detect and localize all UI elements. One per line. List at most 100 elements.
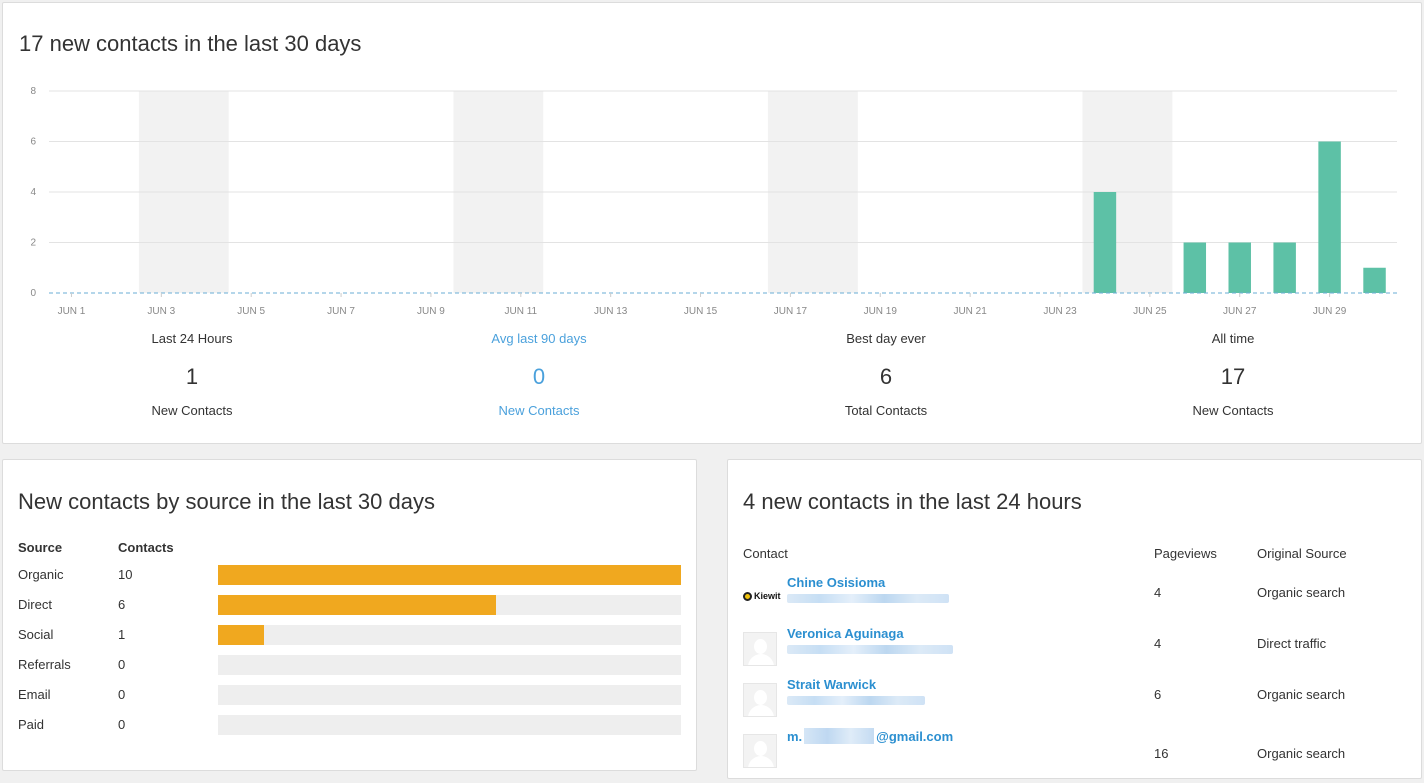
stat-value: 17 bbox=[1220, 364, 1246, 389]
x-tick-label: JUN 3 bbox=[147, 306, 175, 317]
source-name: Direct bbox=[18, 597, 52, 612]
source-count: 0 bbox=[118, 717, 126, 732]
y-tick-label: 8 bbox=[30, 86, 36, 97]
x-tick-label: JUN 21 bbox=[953, 306, 987, 317]
source-count: 1 bbox=[118, 627, 126, 642]
x-tick-label: JUN 13 bbox=[594, 306, 628, 317]
contact-original-source: Organic search bbox=[1257, 687, 1346, 702]
contact-original-source: Organic search bbox=[1257, 746, 1346, 761]
contact-pageviews: 4 bbox=[1154, 585, 1162, 600]
y-tick-label: 0 bbox=[30, 288, 36, 299]
contact-email-redacted bbox=[787, 645, 953, 654]
contact-pageviews: 6 bbox=[1154, 687, 1162, 702]
contact-name-link[interactable]: Veronica Aguinaga bbox=[787, 626, 904, 641]
stat-value: 1 bbox=[185, 364, 199, 389]
source-bar-track bbox=[218, 685, 681, 705]
contacts-by-source-panel: New contacts by source in the last 30 da… bbox=[2, 459, 697, 771]
contact-original-source: Organic search bbox=[1257, 585, 1346, 600]
stat-value[interactable]: 0 bbox=[389, 365, 689, 389]
contact-original-source: Direct traffic bbox=[1257, 636, 1327, 651]
x-tick-label: JUN 9 bbox=[417, 306, 445, 317]
stat-best-day: Best day ever 6 Total Contacts bbox=[736, 329, 1036, 421]
source-count: 0 bbox=[118, 687, 126, 702]
source-name: Referrals bbox=[18, 657, 71, 672]
default-avatar-icon bbox=[743, 632, 777, 666]
contacts-summary-panel: 17 new contacts in the last 30 days 0 2 4 6… bbox=[2, 2, 1422, 444]
new-contacts-chart: 0 2 4 6 8 JUN 1 JUN 3 JUN 5 JUN 7 JUN 9 JUN 11 JUN … bbox=[30, 86, 1397, 317]
y-tick-label: 2 bbox=[30, 238, 36, 249]
chart-bar bbox=[1093, 192, 1117, 293]
default-avatar-icon bbox=[743, 683, 777, 717]
source-row-referrals: Referrals 0 bbox=[3, 650, 698, 680]
recent-title: 4 new contacts in the last 24 hours bbox=[743, 489, 1082, 514]
source-count: 6 bbox=[118, 597, 126, 612]
contact-row: m. @gmail.com 16 Organic search bbox=[728, 728, 1423, 778]
chart-bar bbox=[1318, 141, 1341, 293]
kiewit-logo-icon: Kiewit bbox=[743, 589, 781, 603]
chart-bar bbox=[1273, 242, 1296, 293]
source-bar-fill bbox=[218, 625, 265, 645]
source-row-organic: Organic 10 bbox=[3, 560, 698, 590]
source-bar-track bbox=[218, 655, 681, 675]
source-name: Paid bbox=[18, 717, 45, 732]
source-row-paid: Paid 0 bbox=[3, 710, 698, 740]
source-bar-track bbox=[218, 595, 681, 615]
source-name: Social bbox=[18, 627, 54, 642]
original-source-column-header: Original Source bbox=[1257, 546, 1347, 561]
summary-title: 17 new contacts in the last 30 days bbox=[19, 31, 362, 56]
contact-row: Kiewit Chine Osisioma 4 Organic search bbox=[728, 575, 1423, 625]
x-tick-label: JUN 1 bbox=[58, 306, 86, 317]
stat-sub[interactable]: New Contacts bbox=[389, 401, 689, 421]
x-tick-label: JUN 7 bbox=[327, 306, 355, 317]
email-suffix: @gmail.com bbox=[876, 729, 954, 744]
stat-label: All time bbox=[1211, 331, 1255, 346]
x-tick-label: JUN 5 bbox=[237, 306, 265, 317]
contact-pageviews: 4 bbox=[1154, 636, 1162, 651]
x-tick-label: JUN 29 bbox=[1313, 306, 1347, 317]
x-tick-label: JUN 19 bbox=[864, 306, 898, 317]
contacts-column-header: Contacts bbox=[118, 540, 174, 555]
source-bar-fill bbox=[218, 595, 496, 615]
contact-email-link[interactable]: m. @gmail.com bbox=[787, 728, 953, 744]
stat-sub: New Contacts bbox=[151, 403, 233, 418]
x-tick-label: JUN 17 bbox=[774, 306, 808, 317]
y-tick-label: 6 bbox=[30, 137, 36, 148]
x-tick-label: JUN 23 bbox=[1043, 306, 1077, 317]
source-row-social: Social 1 bbox=[3, 620, 698, 650]
email-redacted bbox=[804, 728, 875, 744]
source-row-email: Email 0 bbox=[3, 680, 698, 710]
source-name: Email bbox=[18, 687, 51, 702]
source-bar-track bbox=[218, 625, 681, 645]
source-column-header: Source bbox=[18, 540, 63, 555]
contact-column-header: Contact bbox=[743, 546, 788, 561]
x-tick-label: JUN 11 bbox=[504, 306, 537, 317]
stat-last-24-hours: Last 24 Hours 1 New Contacts bbox=[42, 329, 342, 421]
contact-name-link[interactable]: Chine Osisioma bbox=[787, 575, 885, 590]
source-title: New contacts by source in the last 30 da… bbox=[18, 489, 435, 514]
source-row-direct: Direct 6 bbox=[3, 590, 698, 620]
stat-label-link[interactable]: Avg last 90 days bbox=[389, 329, 689, 349]
pageviews-column-header: Pageviews bbox=[1154, 546, 1217, 561]
stat-all-time: All time 17 New Contacts bbox=[1083, 329, 1383, 421]
stat-sub: Total Contacts bbox=[844, 403, 928, 418]
x-tick-label: JUN 15 bbox=[684, 306, 718, 317]
stat-avg-90-days[interactable]: Avg last 90 days 0 New Contacts bbox=[389, 329, 689, 421]
source-bar-fill bbox=[218, 565, 681, 585]
recent-contacts-panel: 4 new contacts in the last 24 hours Cont… bbox=[727, 459, 1422, 779]
contact-pageviews: 16 bbox=[1154, 746, 1169, 761]
source-bar-track bbox=[218, 565, 681, 585]
logo-dot bbox=[743, 591, 752, 601]
contact-email-redacted bbox=[787, 696, 925, 705]
stat-value: 6 bbox=[879, 364, 893, 389]
stat-label: Last 24 Hours bbox=[151, 331, 233, 346]
default-avatar-icon bbox=[743, 734, 777, 768]
contact-name-link[interactable]: Strait Warwick bbox=[787, 677, 876, 692]
logo-text: Kiewit bbox=[754, 591, 781, 601]
chart-bar bbox=[1363, 267, 1386, 293]
stat-sub: New Contacts bbox=[1192, 403, 1274, 418]
contact-email-redacted bbox=[787, 594, 949, 603]
contact-row: Veronica Aguinaga 4 Direct traffic bbox=[728, 626, 1423, 676]
source-count: 0 bbox=[118, 657, 126, 672]
x-tick-label: JUN 27 bbox=[1223, 306, 1257, 317]
chart-bar bbox=[1228, 242, 1251, 293]
